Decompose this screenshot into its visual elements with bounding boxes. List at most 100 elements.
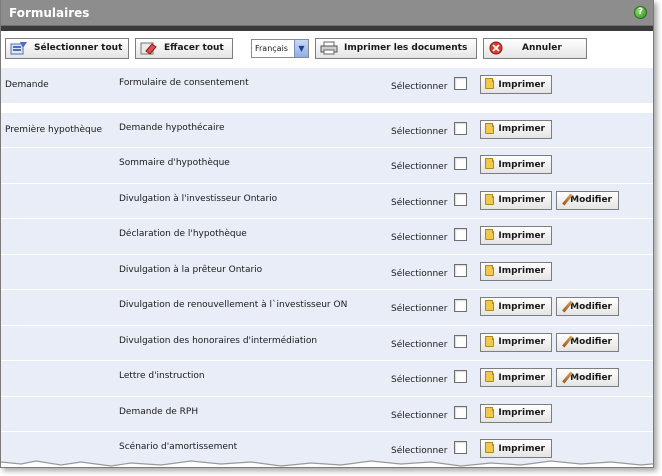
print-button[interactable]: Imprimer xyxy=(480,332,552,352)
print-label: Imprimer xyxy=(498,372,545,383)
form-name: Déclaration de l'hypothèque xyxy=(119,229,247,239)
pencil-icon xyxy=(561,194,567,206)
print-label: Imprimer xyxy=(498,266,545,276)
print-label: Imprimer xyxy=(498,124,545,134)
folder-icon xyxy=(485,300,495,311)
select-checkbox[interactable] xyxy=(454,192,467,206)
print-label: Imprimer xyxy=(498,408,545,418)
select-label: Sélectionner xyxy=(391,410,448,421)
select-label: Sélectionner xyxy=(391,268,448,279)
form-row: Lettre d'instruction Sélectionner Imprimer… xyxy=(1,361,653,397)
select-checkbox[interactable] xyxy=(454,263,467,277)
print-button[interactable]: Imprimer xyxy=(480,75,552,94)
pencil-icon xyxy=(561,336,567,348)
form-name: Scénario d'amortissement xyxy=(119,442,238,452)
select-checkbox[interactable] xyxy=(454,370,467,383)
form-name: Divulgation à la prêteur Ontario xyxy=(119,264,263,275)
select-checkbox[interactable] xyxy=(454,77,467,90)
window-title: Formulaires xyxy=(9,5,90,20)
select-label: Sélectionner xyxy=(391,162,448,172)
folder-icon xyxy=(485,229,495,240)
print-button[interactable]: Imprimer xyxy=(480,190,552,210)
print-label: Imprimer xyxy=(498,230,545,241)
form-row: Demande de RPH Sélectionner Imprimer xyxy=(1,397,653,432)
clear-all-button[interactable]: Effacer tout xyxy=(135,37,233,59)
folder-icon xyxy=(485,371,495,382)
select-label: Sélectionner xyxy=(391,375,448,385)
form-row: Divulgation à l'investisseur Ontario Séle… xyxy=(1,184,653,219)
select-checkbox[interactable] xyxy=(454,299,467,312)
print-button[interactable]: Imprimer xyxy=(480,119,552,139)
help-icon[interactable]: ? xyxy=(634,6,647,19)
forms-window: Formulaires ? Sélectionner tout Effacer … xyxy=(0,0,654,468)
select-label: Sélectionner xyxy=(391,126,448,137)
select-all-label: Sélectionner tout xyxy=(34,43,123,53)
folder-icon xyxy=(485,158,495,169)
modify-button[interactable]: Modifier xyxy=(556,297,619,316)
group-label: Première hypothèque xyxy=(5,124,102,135)
form-row: Déclaration de l'hypothèque Sélectionner I… xyxy=(1,219,653,255)
folder-icon xyxy=(485,122,495,134)
select-checkbox[interactable] xyxy=(454,157,467,170)
modify-label: Modifier xyxy=(570,195,612,205)
form-name: Lettre d'instruction xyxy=(119,371,205,381)
print-button[interactable]: Imprimer xyxy=(480,261,552,281)
form-name: Formulaire de consentement xyxy=(119,78,249,88)
print-documents-label: Imprimer les documents xyxy=(344,43,468,53)
print-button[interactable]: Imprimer xyxy=(480,226,552,245)
pencil-icon xyxy=(561,301,567,313)
print-label: Imprimer xyxy=(498,195,545,205)
section-gap xyxy=(1,103,653,113)
language-value: Français xyxy=(255,43,288,53)
group-label: Demande xyxy=(5,80,49,90)
form-name: Demande de RPH xyxy=(119,406,199,417)
print-label: Imprimer xyxy=(498,79,545,90)
folder-icon xyxy=(485,193,495,205)
select-label: Sélectionner xyxy=(391,197,448,208)
title-bar: Formulaires ? xyxy=(1,0,653,26)
form-name: Sommaire d'hypothèque xyxy=(119,158,230,168)
print-button[interactable]: Imprimer xyxy=(480,439,552,458)
cancel-label: Annuler xyxy=(522,43,562,53)
form-row: Divulgation des honoraires d'intermédiat… xyxy=(1,326,653,361)
select-label: Sélectionner xyxy=(391,233,448,243)
print-button[interactable]: Imprimer xyxy=(480,297,552,316)
print-documents-button[interactable]: Imprimer les documents xyxy=(315,37,477,59)
folder-icon xyxy=(485,335,495,347)
folder-icon xyxy=(485,78,495,89)
modify-button[interactable]: Modifier xyxy=(556,368,619,387)
print-label: Imprimer xyxy=(498,443,545,454)
modify-button[interactable]: Modifier xyxy=(556,190,619,210)
form-section: Première hypothèque Demande hypothécaire S… xyxy=(1,112,653,467)
select-checkbox[interactable] xyxy=(454,405,467,419)
modify-label: Modifier xyxy=(570,372,612,383)
form-row: Sommaire d'hypothèque Sélectionner Imprime… xyxy=(1,148,653,184)
select-checkbox[interactable] xyxy=(454,228,467,241)
form-row: Divulgation à la prêteur Ontario Sélectio… xyxy=(1,255,653,290)
select-checkbox[interactable] xyxy=(454,334,467,348)
print-label: Imprimer xyxy=(498,159,545,170)
select-checkbox[interactable] xyxy=(454,441,467,454)
modify-label: Modifier xyxy=(570,337,612,347)
form-name: Divulgation de renouvellement à l`invest… xyxy=(119,300,348,310)
form-name: Divulgation à l'investisseur Ontario xyxy=(119,193,278,204)
select-checkbox[interactable] xyxy=(454,121,467,135)
folder-icon xyxy=(485,264,495,276)
print-label: Imprimer xyxy=(498,337,545,347)
form-row: Divulgation de renouvellement à l`invest… xyxy=(1,290,653,326)
print-button[interactable]: Imprimer xyxy=(480,155,552,174)
form-row: Première hypothèque Demande hypothécaire S… xyxy=(1,113,653,148)
eraser-icon xyxy=(140,41,158,55)
printer-icon xyxy=(320,41,338,55)
language-select[interactable]: Français ▼ xyxy=(251,38,309,58)
form-name: Demande hypothécaire xyxy=(119,122,225,133)
chevron-down-icon[interactable]: ▼ xyxy=(294,39,308,57)
cancel-button[interactable]: Annuler xyxy=(483,37,587,59)
modify-button[interactable]: Modifier xyxy=(556,332,619,352)
select-all-button[interactable]: Sélectionner tout xyxy=(5,37,129,59)
folder-icon xyxy=(485,442,495,453)
print-button[interactable]: Imprimer xyxy=(480,368,552,387)
form-section: Demande Formulaire de consentement Sélecti… xyxy=(1,68,653,104)
clear-all-label: Effacer tout xyxy=(164,43,224,53)
print-button[interactable]: Imprimer xyxy=(480,403,552,423)
